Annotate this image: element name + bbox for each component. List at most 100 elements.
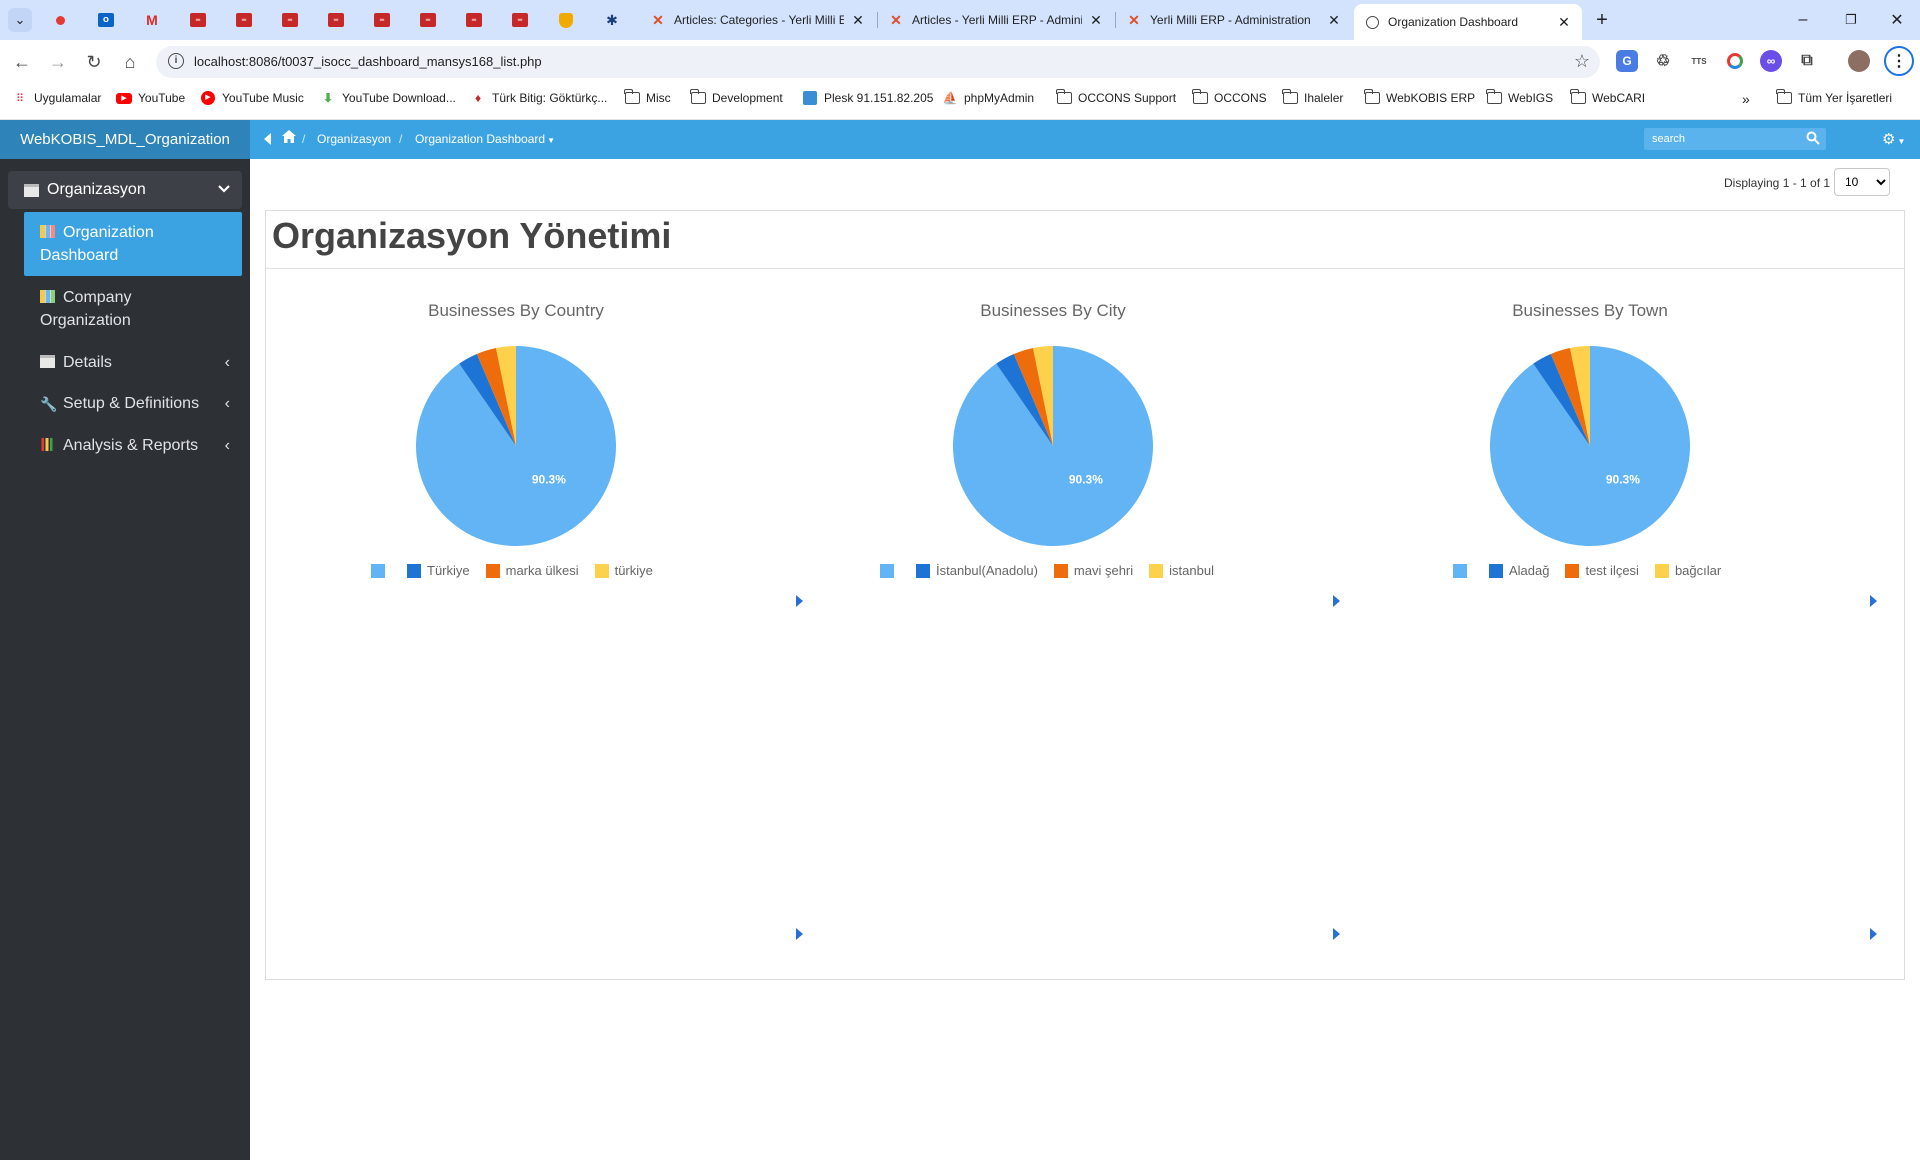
- recycle-extension-icon[interactable]: ♲: [1652, 50, 1674, 72]
- pinned-tab-5[interactable]: ═: [224, 6, 264, 34]
- legend-label: marka ülkesi: [505, 563, 579, 578]
- sidebar-toggle-icon[interactable]: [264, 133, 271, 145]
- legend-item[interactable]: [880, 563, 900, 578]
- pinned-tab-gmail[interactable]: M: [132, 6, 172, 34]
- breadcrumb-page-label: Organization Dashboard: [415, 132, 546, 146]
- bookmark-misc[interactable]: Misc: [623, 89, 671, 105]
- settings-menu-button[interactable]: ⚙ ▼: [1882, 130, 1905, 148]
- bookmark-star-icon[interactable]: ☆: [1574, 51, 1590, 72]
- pinned-tab-person[interactable]: ✱: [592, 6, 632, 34]
- chart-play-icon[interactable]: [1870, 595, 1877, 607]
- home-icon[interactable]: [282, 130, 296, 148]
- sidebar-item-company-organization[interactable]: Company Organization: [24, 277, 242, 341]
- page-title: Organizasyon Yönetimi: [272, 215, 672, 256]
- back-button[interactable]: ←: [8, 48, 36, 76]
- chart-title-city: Businesses By City: [980, 301, 1126, 320]
- search-input[interactable]: [1644, 128, 1794, 150]
- bookmarks-bar: ⠿ Uygulamalar ▶ YouTube ▶ YouTube Music ⬇ Yo…: [0, 82, 1920, 120]
- pinned-tab-8[interactable]: ═: [362, 6, 402, 34]
- search-icon[interactable]: [1806, 131, 1820, 150]
- breadcrumb-current-page[interactable]: Organization Dashboard ▼: [415, 132, 555, 146]
- pinned-tab-1[interactable]: [40, 6, 80, 34]
- pinned-tab-9[interactable]: ═: [408, 6, 448, 34]
- pinned-tab-4[interactable]: ═: [178, 6, 218, 34]
- bookmark-label: Ihaleler: [1304, 91, 1344, 105]
- chart-legend-city: İstanbul(Anadolu) mavi şehri istanbul: [880, 563, 1230, 578]
- bookmark-phpmyadmin[interactable]: ⛵ phpMyAdmin: [942, 91, 1035, 105]
- close-icon[interactable]: ✕: [1556, 14, 1572, 31]
- close-icon[interactable]: ✕: [1326, 12, 1342, 29]
- bookmark-occons-support[interactable]: OCCONS Support: [1055, 89, 1176, 105]
- legend-item[interactable]: bağcılar: [1654, 563, 1721, 578]
- sidebar-item-analysis-reports[interactable]: Analysis & Reports ‹: [24, 425, 242, 466]
- minimize-button[interactable]: –: [1780, 0, 1826, 40]
- translate-extension-icon[interactable]: G: [1616, 50, 1638, 72]
- bookmark-occons[interactable]: OCCONS: [1191, 89, 1267, 105]
- restore-button[interactable]: ❐: [1828, 0, 1874, 40]
- home-button[interactable]: ⌂: [116, 48, 144, 76]
- legend-item[interactable]: mavi şehri: [1053, 563, 1133, 578]
- sidebar-item-setup-definitions[interactable]: 🔧 Setup & Definitions ‹: [24, 383, 242, 424]
- legend-item[interactable]: Türkiye: [407, 563, 470, 578]
- chart-legend-town: Aladağ test ilçesi bağcılar: [1453, 563, 1737, 578]
- legend-item[interactable]: test ilçesi: [1565, 563, 1639, 578]
- extensions-puzzle-icon[interactable]: ⧉: [1796, 50, 1818, 72]
- legend-item[interactable]: istanbul: [1149, 563, 1214, 578]
- legend-item[interactable]: İstanbul(Anadolu): [916, 563, 1038, 578]
- tab-administration[interactable]: ✕ Yerli Milli ERP - Administration ✕: [1116, 6, 1352, 34]
- page-size-select[interactable]: 10: [1834, 168, 1890, 196]
- bookmark-apps[interactable]: ⠿ Uygulamalar: [12, 91, 101, 105]
- sidebar-group-organizasyon[interactable]: Organizasyon: [8, 171, 242, 209]
- pinned-tab-10[interactable]: ═: [454, 6, 494, 34]
- profile-avatar[interactable]: [1848, 50, 1870, 72]
- sidebar-item-organization-dashboard[interactable]: Organization Dashboard: [24, 212, 242, 276]
- tab-search-button[interactable]: ⌄: [8, 8, 32, 32]
- bookmark-turk-bitig[interactable]: ♦ Türk Bitig: Göktürkç...: [470, 91, 607, 105]
- sidebar-item-details[interactable]: Details ‹: [24, 342, 242, 383]
- chart-play-icon[interactable]: [1870, 928, 1877, 940]
- close-icon[interactable]: ✕: [1088, 12, 1104, 29]
- legend-item[interactable]: [371, 563, 391, 578]
- bookmark-youtube[interactable]: ▶ YouTube: [116, 91, 185, 105]
- legend-item[interactable]: türkiye: [594, 563, 653, 578]
- bookmark-webigs[interactable]: WebIGS: [1485, 89, 1553, 105]
- infinity-extension-icon[interactable]: ∞: [1760, 50, 1782, 72]
- bookmark-plesk[interactable]: Plesk 91.151.82.205: [802, 91, 933, 105]
- bookmark-label: Development: [712, 91, 783, 105]
- bookmarks-overflow-button[interactable]: »: [1742, 91, 1750, 107]
- address-bar[interactable]: i localhost:8086/t0037_isocc_dashboard_m…: [156, 46, 1600, 78]
- bookmark-webkobis[interactable]: WebKOBIS ERP: [1363, 89, 1475, 105]
- site-info-icon[interactable]: i: [168, 53, 184, 69]
- color-picker-extension-icon[interactable]: [1724, 50, 1746, 72]
- tab-articles[interactable]: ✕ Articles - Yerli Milli ERP - Administr…: [878, 6, 1114, 34]
- forward-button[interactable]: →: [44, 48, 72, 76]
- bookmark-development[interactable]: Development: [689, 89, 783, 105]
- reload-button[interactable]: ↻: [80, 48, 108, 76]
- pinned-tab-outlook[interactable]: O: [86, 6, 126, 34]
- legend-item[interactable]: [1453, 563, 1473, 578]
- legend-item[interactable]: marka ülkesi: [485, 563, 579, 578]
- new-tab-button[interactable]: +: [1590, 8, 1614, 32]
- breadcrumb-section[interactable]: Organizasyon: [317, 132, 391, 146]
- tab-organization-dashboard[interactable]: Organization Dashboard ✕: [1354, 4, 1582, 40]
- pinned-tab-7[interactable]: ═: [316, 6, 356, 34]
- tts-extension-icon[interactable]: TTS: [1688, 50, 1710, 72]
- pinned-tab-6[interactable]: ═: [270, 6, 310, 34]
- chart-play-icon[interactable]: [796, 928, 803, 940]
- chart-play-icon[interactable]: [1333, 928, 1340, 940]
- pinned-tab-shield[interactable]: [546, 6, 586, 34]
- tab-articles-categories[interactable]: ✕ Articles: Categories - Yerli Milli ERP…: [640, 6, 876, 34]
- browser-menu-button[interactable]: ⋮: [1884, 46, 1914, 76]
- bookmark-ihaleler[interactable]: Ihaleler: [1281, 89, 1344, 105]
- chart-play-icon[interactable]: [796, 595, 803, 607]
- bookmark-youtube-download[interactable]: ⬇ YouTube Download...: [320, 91, 456, 105]
- all-bookmarks[interactable]: Tüm Yer İşaretleri: [1775, 89, 1892, 105]
- close-icon[interactable]: ✕: [850, 12, 866, 29]
- legend-item[interactable]: Aladağ: [1489, 563, 1549, 578]
- chart-play-icon[interactable]: [1333, 595, 1340, 607]
- pinned-tab-11[interactable]: ═: [500, 6, 540, 34]
- close-window-button[interactable]: ✕: [1874, 0, 1920, 40]
- bookmark-webcari[interactable]: WebCARI: [1569, 89, 1645, 105]
- app-brand[interactable]: WebKOBIS_MDL_Organization: [0, 120, 250, 159]
- bookmark-youtube-music[interactable]: ▶ YouTube Music: [200, 91, 304, 105]
